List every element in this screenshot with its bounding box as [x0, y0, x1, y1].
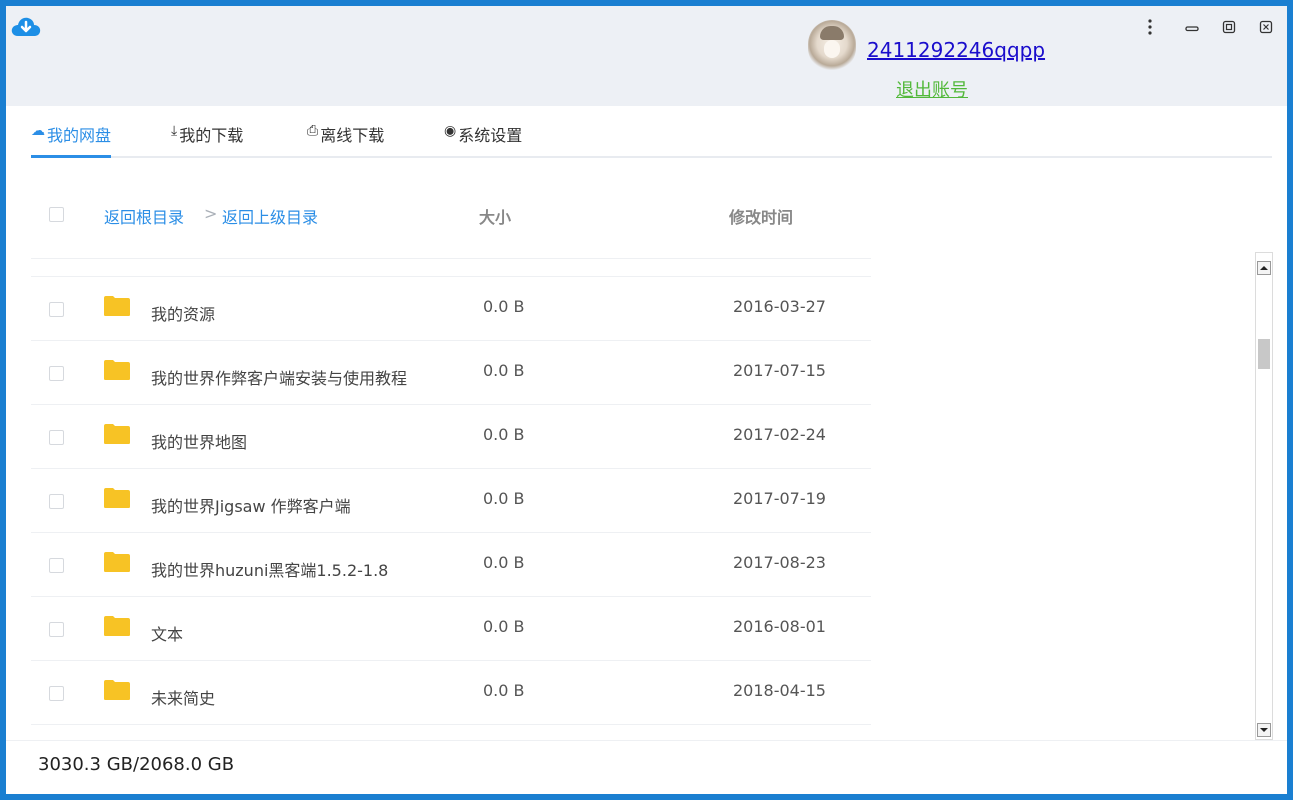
tab-my-netdisk[interactable]: ☁ 我的网盘 — [31, 122, 112, 158]
folder-icon — [103, 551, 131, 573]
row-checkbox[interactable] — [49, 686, 64, 701]
breadcrumb-separator: > — [204, 204, 218, 223]
file-list-header: 返回根目录 > 返回上级目录 大小 修改时间 — [31, 166, 871, 259]
column-header-size[interactable]: 大小 — [479, 204, 511, 228]
file-date: 2016-03-27 — [733, 297, 826, 316]
tab-my-downloads[interactable]: ⤓ 我的下载 — [171, 122, 243, 155]
file-date: 2017-02-24 — [733, 425, 826, 444]
file-size: 0.0 B — [483, 297, 525, 316]
storage-usage: 3030.3 GB/2068.0 GB — [38, 754, 235, 775]
file-size: 0.0 B — [483, 361, 525, 380]
tab-label: 系统设置 — [458, 126, 523, 145]
file-date: 2017-07-15 — [733, 361, 826, 380]
tab-offline-download[interactable]: ⎙ 离线下载 — [307, 122, 384, 155]
close-icon[interactable] — [1252, 14, 1280, 40]
row-checkbox[interactable] — [49, 366, 64, 381]
table-row[interactable]: 我的世界Jigsaw 作弊客户端 0.0 B 2017-07-19 — [31, 468, 871, 532]
breadcrumb-root[interactable]: 返回根目录 — [104, 204, 184, 228]
file-name: 文本 — [151, 625, 184, 644]
username-link[interactable]: 2411292246qqpp — [867, 38, 1045, 62]
logout-link[interactable]: 退出账号 — [896, 76, 968, 102]
row-checkbox[interactable] — [49, 430, 64, 445]
table-row[interactable]: 我的世界地图 0.0 B 2017-02-24 — [31, 404, 871, 468]
avatar[interactable] — [808, 20, 856, 72]
folder-icon — [103, 359, 131, 381]
minimize-icon[interactable] — [1178, 14, 1206, 40]
scroll-up-icon[interactable] — [1257, 261, 1271, 275]
scroll-thumb[interactable] — [1258, 339, 1270, 369]
file-name: 我的世界huzuni黑客端1.5.2-1.8 — [151, 561, 389, 580]
select-all-checkbox[interactable] — [49, 207, 64, 222]
table-row[interactable]: 文本 0.0 B 2016-08-01 — [31, 596, 871, 660]
download-icon: ⤓ — [171, 123, 178, 139]
file-name: 我的世界作弊客户端安装与使用教程 — [151, 369, 408, 388]
file-date: 2017-07-19 — [733, 489, 826, 508]
row-checkbox[interactable] — [49, 558, 64, 573]
table-row[interactable]: 我的资源 0.0 B 2016-03-27 — [31, 276, 871, 340]
cloud-icon: ☁ — [31, 123, 45, 139]
file-name: 我的世界地图 — [151, 433, 248, 452]
file-date: 2017-08-23 — [733, 553, 826, 572]
table-row[interactable]: 我的世界作弊客户端安装与使用教程 0.0 B 2017-07-15 — [31, 340, 871, 404]
settings-icon: ◉ — [444, 123, 457, 139]
file-size: 0.0 B — [483, 489, 525, 508]
folder-icon — [103, 679, 131, 701]
folder-icon — [103, 487, 131, 509]
file-date: 2016-08-01 — [733, 617, 826, 636]
vertical-scrollbar[interactable] — [1255, 252, 1273, 740]
table-row[interactable]: 未来简史 0.0 B 2018-04-15 — [31, 660, 871, 725]
file-date: 2018-04-15 — [733, 681, 826, 700]
file-name: 未来简史 — [151, 689, 216, 708]
main-tabs: ☁ 我的网盘 ⤓ 我的下载 ⎙ 离线下载 ◉ 系统设置 — [31, 106, 1272, 158]
row-checkbox[interactable] — [49, 622, 64, 637]
file-size: 0.0 B — [483, 425, 525, 444]
tab-label: 离线下载 — [320, 126, 385, 145]
breadcrumb-parent[interactable]: 返回上级目录 — [222, 204, 318, 228]
file-name: 我的世界Jigsaw 作弊客户端 — [151, 497, 351, 516]
file-rows: 我的资源 0.0 B 2016-03-27 我的世界作弊客户端安装与使用教程 0… — [31, 276, 871, 725]
cloud-download-icon[interactable] — [10, 14, 42, 38]
table-row[interactable]: 我的世界huzuni黑客端1.5.2-1.8 0.0 B 2017-08-23 — [31, 532, 871, 596]
scroll-down-icon[interactable] — [1257, 723, 1271, 737]
tab-label: 我的网盘 — [47, 126, 112, 145]
folder-icon — [103, 423, 131, 445]
more-vert-icon[interactable] — [1136, 14, 1164, 40]
row-checkbox[interactable] — [49, 494, 64, 509]
tab-settings[interactable]: ◉ 系统设置 — [444, 122, 522, 155]
column-header-modified[interactable]: 修改时间 — [729, 204, 793, 228]
file-name: 我的资源 — [151, 305, 216, 324]
file-list: 返回根目录 > 返回上级目录 大小 修改时间 我的资源 0.0 B 2016-0… — [31, 166, 871, 736]
folder-icon — [103, 295, 131, 317]
maximize-icon[interactable] — [1215, 14, 1243, 40]
row-checkbox[interactable] — [49, 302, 64, 317]
file-size: 0.0 B — [483, 681, 525, 700]
file-size: 0.0 B — [483, 617, 525, 636]
tab-label: 我的下载 — [179, 126, 244, 145]
folder-icon — [103, 615, 131, 637]
offline-download-icon: ⎙ — [307, 123, 319, 139]
title-bar: 2411292246qqpp 退出账号 — [6, 6, 1287, 106]
app-window: 2411292246qqpp 退出账号 ☁ 我的网盘 ⤓ 我的下载 ⎙ 离线下载… — [6, 6, 1287, 794]
footer-divider — [6, 740, 1287, 741]
file-size: 0.0 B — [483, 553, 525, 572]
